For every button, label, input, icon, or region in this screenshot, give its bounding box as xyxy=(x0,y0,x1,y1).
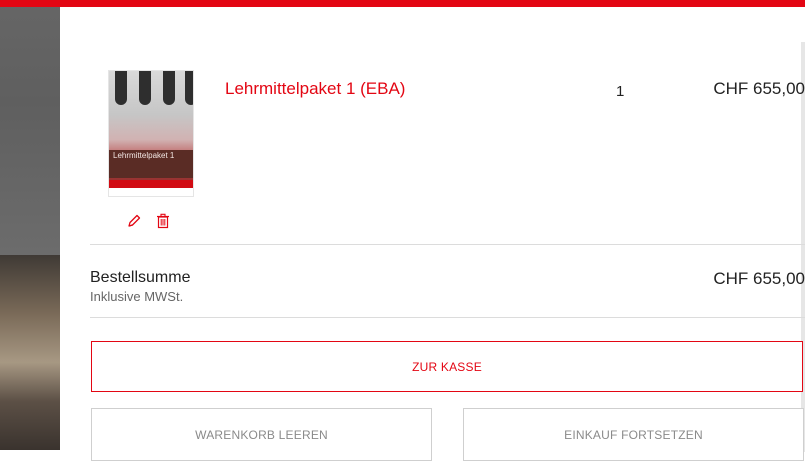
page-backdrop xyxy=(0,0,60,450)
product-thumbnail[interactable]: Lehrmittelpaket 1 xyxy=(108,70,194,197)
clear-cart-button[interactable]: WARENKORB LEEREN xyxy=(91,408,432,461)
clear-cart-button-label: WARENKORB LEEREN xyxy=(195,427,328,442)
divider xyxy=(90,244,805,245)
order-total-label: Bestellsumme xyxy=(90,269,191,286)
cart-top-bar xyxy=(0,0,805,7)
cover-graphic xyxy=(115,71,127,105)
checkout-button-label: ZUR KASSE xyxy=(412,359,482,374)
backdrop-image xyxy=(0,255,60,450)
order-total-value: CHF 655,00 xyxy=(713,269,805,288)
cover-graphic xyxy=(185,71,193,105)
product-name-link[interactable]: Lehrmittelpaket 1 (EBA) xyxy=(225,79,405,99)
edit-icon[interactable] xyxy=(126,213,142,229)
cart-panel: Lehrmittelpaket 1 Lehrmittelpaket 1 (EBA… xyxy=(60,7,805,461)
checkout-button[interactable]: ZUR KASSE xyxy=(91,341,803,392)
continue-shopping-button[interactable]: EINKAUF FORTSETZEN xyxy=(463,408,804,461)
backdrop-overlay xyxy=(0,0,60,255)
trash-icon[interactable] xyxy=(155,213,171,229)
cover-red-bar xyxy=(109,180,193,188)
continue-shopping-button-label: EINKAUF FORTSETZEN xyxy=(564,427,703,442)
product-quantity: 1 xyxy=(616,83,625,100)
vat-note: Inklusive MWSt. xyxy=(90,289,184,304)
divider xyxy=(90,317,805,318)
cover-graphic xyxy=(163,71,175,105)
cover-white-bar xyxy=(109,188,193,196)
product-price: CHF 655,00 xyxy=(713,79,805,98)
cover-title: Lehrmittelpaket 1 xyxy=(113,151,175,160)
cover-graphic xyxy=(139,71,151,105)
